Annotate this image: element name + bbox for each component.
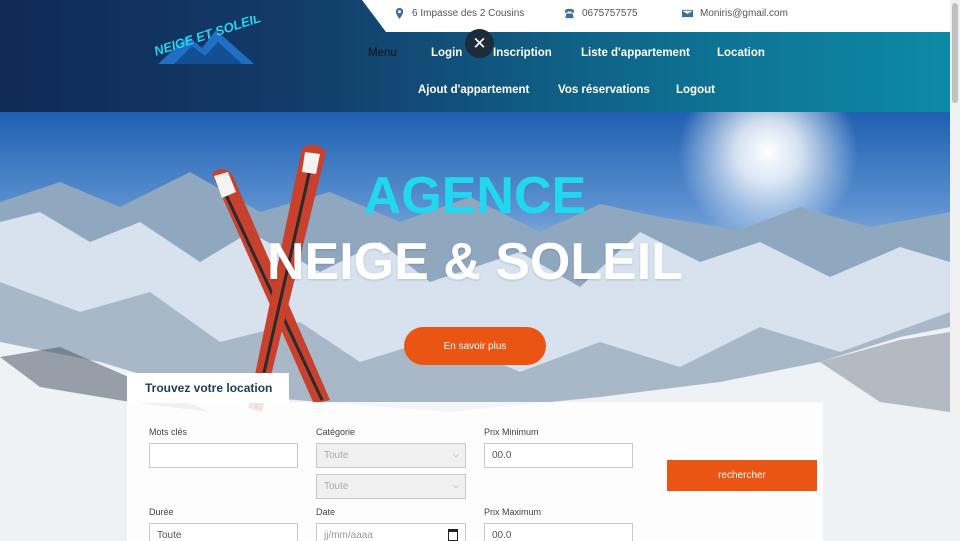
price-max-label: Prix Maximum xyxy=(484,507,542,517)
nav-item-logout[interactable]: Logout xyxy=(676,84,715,96)
price-max-input[interactable]: 00.0 xyxy=(484,523,633,541)
contact-phone: 0675757575 xyxy=(564,8,638,19)
email-text[interactable]: Moniris@gmail.com xyxy=(700,8,788,19)
search-button[interactable]: rechercher xyxy=(667,460,817,491)
hero-title-agence: AGENCE xyxy=(363,167,587,225)
page-scrollbar[interactable] xyxy=(950,0,960,541)
site-logo[interactable]: NEIGE ET SOLEIL xyxy=(150,10,265,71)
price-min-label: Prix Minimum xyxy=(484,427,539,437)
date-placeholder: jj/mm/aaaa xyxy=(324,530,373,541)
price-min-input[interactable]: 00.0 xyxy=(484,443,633,468)
category-value: Toute xyxy=(324,450,349,461)
location-pin-icon xyxy=(395,8,404,19)
nav-item-ajout-appartement[interactable]: Ajout d'appartement xyxy=(418,84,529,96)
contact-bar: 6 Impasse des 2 Cousins 0675757575 Monir… xyxy=(362,0,950,32)
subcategory-select[interactable]: Toute ⌵ xyxy=(316,474,466,499)
learn-more-button[interactable]: En savoir plus xyxy=(404,327,546,365)
nav-item-login[interactable]: Login xyxy=(431,47,462,59)
keywords-label: Mots clés xyxy=(149,427,188,437)
subcategory-value: Toute xyxy=(324,481,349,492)
nav-menu-toggle[interactable]: Menu xyxy=(368,47,397,59)
phone-text: 0675757575 xyxy=(582,8,638,19)
nav-item-inscription[interactable]: Inscription xyxy=(493,47,552,59)
scrollbar-thumb[interactable] xyxy=(952,3,958,103)
duration-select[interactable]: Toute xyxy=(149,523,298,541)
nav-item-reservations[interactable]: Vos réservations xyxy=(558,84,650,96)
envelope-icon xyxy=(682,9,693,18)
contact-email: Moniris@gmail.com xyxy=(682,8,788,19)
nav-item-location[interactable]: Location xyxy=(717,47,765,59)
search-tab[interactable]: Trouvez votre location xyxy=(127,373,289,403)
close-menu-button[interactable]: ✕ xyxy=(465,29,494,58)
duration-label: Durée xyxy=(149,507,174,517)
category-select[interactable]: Toute ⌵ xyxy=(316,443,466,468)
calendar-icon[interactable] xyxy=(448,529,458,541)
phone-icon xyxy=(564,8,575,19)
nav-item-liste-appartement[interactable]: Liste d'appartement xyxy=(581,47,690,59)
date-label: Date xyxy=(316,507,336,517)
keywords-input[interactable] xyxy=(149,443,298,468)
address-text: 6 Impasse des 2 Cousins xyxy=(412,8,525,19)
chevron-down-icon: ⌵ xyxy=(452,481,459,490)
close-icon: ✕ xyxy=(472,33,487,53)
contact-address: 6 Impasse des 2 Cousins xyxy=(394,8,524,19)
chevron-down-icon: ⌵ xyxy=(452,450,459,459)
site-header: 6 Impasse des 2 Cousins 0675757575 Monir… xyxy=(0,0,950,112)
hero-title-neige-soleil: NEIGE & SOLEIL xyxy=(266,233,684,291)
category-label: Catégorie xyxy=(316,427,356,437)
date-input[interactable]: jj/mm/aaaa xyxy=(316,523,466,541)
